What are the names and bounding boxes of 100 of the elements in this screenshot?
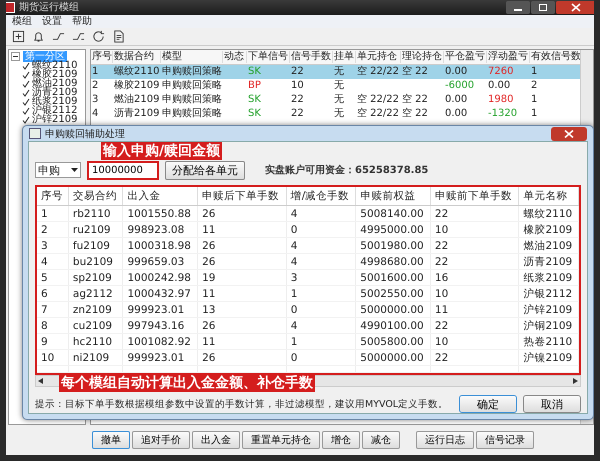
table-cell: ru2109 (72, 224, 111, 236)
table-cell: 4995000.00 (360, 224, 424, 236)
column-header[interactable]: 出入金 (122, 187, 198, 206)
amount-field[interactable]: 10000000 (87, 160, 159, 180)
column-header[interactable]: 挂单 (333, 51, 356, 63)
column-header[interactable]: 理论持仓 (401, 51, 444, 63)
collapse-icon[interactable] (11, 52, 20, 60)
close-button[interactable] (556, 1, 594, 14)
annotation-text: 每个模组自动计算出入金金额、补仓手数 (59, 374, 315, 392)
action-button[interactable]: 减仓 (362, 431, 400, 449)
tree-item[interactable]: 沪锌2109 (32, 115, 78, 124)
tree-item[interactable]: 橡胶2109 (32, 70, 78, 79)
tree-item[interactable]: 沪银2112 (32, 106, 78, 115)
column-header[interactable]: 申赎后下单手数 (198, 187, 286, 206)
check-icon[interactable] (22, 80, 30, 88)
distribute-button[interactable]: 分配给各单元 (165, 160, 245, 180)
check-icon[interactable] (22, 70, 30, 78)
tree-item[interactable]: 燃油2109 (32, 79, 78, 88)
table-row[interactable]: 3 燃油2109 申购赎回策略 SK 22 无 空 22/22 空 22 0.00 1980 1 (91, 93, 580, 107)
mode-dropdown[interactable]: 申购 (35, 162, 81, 178)
table-cell: 1980 (488, 94, 514, 105)
table-cell: fu2109 (72, 240, 110, 252)
action-button[interactable]: 出入金 (192, 431, 240, 449)
tree-item[interactable]: 纸浆2109 (32, 97, 78, 106)
column-header[interactable]: 交易合约 (68, 187, 123, 206)
action-button[interactable]: 撤单 (92, 431, 130, 449)
table-cell: 26 (202, 256, 216, 268)
column-header[interactable]: 下单信号 (247, 51, 290, 63)
column-header[interactable]: 序号 (91, 51, 113, 63)
scroll-left-icon[interactable] (38, 378, 43, 384)
close-button[interactable] (551, 126, 587, 140)
menu-item[interactable]: 设置 (42, 16, 62, 28)
table-cell: SK (248, 108, 261, 119)
action-button[interactable]: 增仓 (322, 431, 360, 449)
refresh-icon[interactable] (92, 30, 105, 43)
table-cell: -1320 (488, 108, 518, 119)
check-icon[interactable] (22, 106, 30, 114)
table-cell: 7260 (488, 66, 514, 77)
table-cell: 1000432.97 (127, 288, 191, 300)
check-icon[interactable] (22, 116, 30, 124)
table-cell: 2 (41, 224, 48, 236)
table-cell: ag2112 (72, 288, 113, 300)
table-row[interactable]: 1 螺纹2110 申购赎回策略 SK 22 无 空 22/22 空 22 0.00 7260 1 (91, 65, 580, 79)
check-icon[interactable] (22, 62, 30, 70)
table-cell: 1 (41, 208, 48, 220)
column-header[interactable]: 申赎前下单手数 (430, 187, 519, 206)
bell-icon[interactable] (32, 30, 45, 43)
column-header[interactable]: 单元持仓 (356, 51, 401, 63)
column-header[interactable]: 单元名称 (518, 187, 578, 206)
table-row[interactable]: 2 橡胶2109 申购赎回策略 BP 10 无 -6000 0.00 2 (91, 79, 580, 93)
table-cell: 纸浆2109 (523, 272, 572, 284)
column-header[interactable]: 增/减仓手数 (286, 187, 356, 206)
ok-button[interactable]: 确定 (459, 395, 517, 413)
maximize-button[interactable] (531, 1, 555, 14)
column-header[interactable]: 模型 (161, 51, 223, 63)
column-header[interactable]: 数据合约 (113, 51, 161, 63)
log-button[interactable]: 运行日志 (416, 431, 474, 449)
column-header[interactable]: 浮动盈亏 (487, 51, 530, 63)
table-cell: 1 (531, 108, 538, 119)
scroll-right-icon[interactable] (573, 378, 578, 384)
column-header[interactable]: 序号 (37, 187, 68, 206)
table-cell: 26 (202, 352, 216, 364)
table-cell: 22 (291, 66, 304, 77)
table-cell: 0.00 (445, 94, 468, 105)
document-icon[interactable] (112, 30, 125, 43)
table-cell: 1 (531, 94, 538, 105)
check-icon[interactable] (22, 98, 30, 106)
column-header[interactable]: 信号手数 (290, 51, 333, 63)
action-button[interactable]: 重置单元持仓 (242, 431, 320, 449)
table-cell: 5001980.00 (360, 240, 424, 252)
column-header[interactable]: 申赎前权益 (356, 187, 430, 206)
table-cell: 5008140.00 (360, 208, 424, 220)
cancel-button[interactable]: 取消 (523, 395, 581, 413)
table-cell: 5001600.00 (360, 272, 424, 284)
tree-item[interactable]: 螺纹2110 (32, 61, 78, 70)
table-cell: 5002550.00 (360, 288, 424, 300)
table-cell: 999659.03 (127, 256, 184, 268)
column-header[interactable]: 动态 (223, 51, 247, 63)
table-row[interactable]: 4 沥青2109 申购赎回策略 SK 22 无 空 22/22 空 22 0.00 -1320 1 (91, 107, 580, 121)
menu-item[interactable]: 帮助 (72, 16, 92, 28)
table-cell: 11 (202, 224, 216, 236)
table-cell: 10 (434, 336, 448, 348)
menu-item[interactable]: 模组 (12, 16, 32, 28)
check-icon[interactable] (22, 88, 30, 96)
table-cell: 空 22 (402, 66, 428, 77)
tree-item[interactable]: 沥青2109 (32, 88, 78, 97)
app-icon (6, 2, 15, 13)
table-cell: 沪铜2109 (523, 320, 572, 332)
log-button[interactable]: 信号记录 (476, 431, 534, 449)
table-cell: 1001082.92 (127, 336, 191, 348)
table-cell: 1000242.98 (127, 272, 191, 284)
table-cell: 999923.01 (127, 352, 184, 364)
column-header[interactable]: 平仓盈亏 (444, 51, 487, 63)
table-cell: 沥青2109 (523, 256, 572, 268)
minimize-button[interactable] (506, 1, 530, 14)
caret-icon[interactable] (71, 168, 78, 172)
table-cell: 4998680.00 (360, 256, 424, 268)
action-button[interactable]: 追对手价 (132, 431, 190, 449)
table-cell: 22 (291, 94, 304, 105)
add-icon[interactable] (12, 30, 25, 43)
